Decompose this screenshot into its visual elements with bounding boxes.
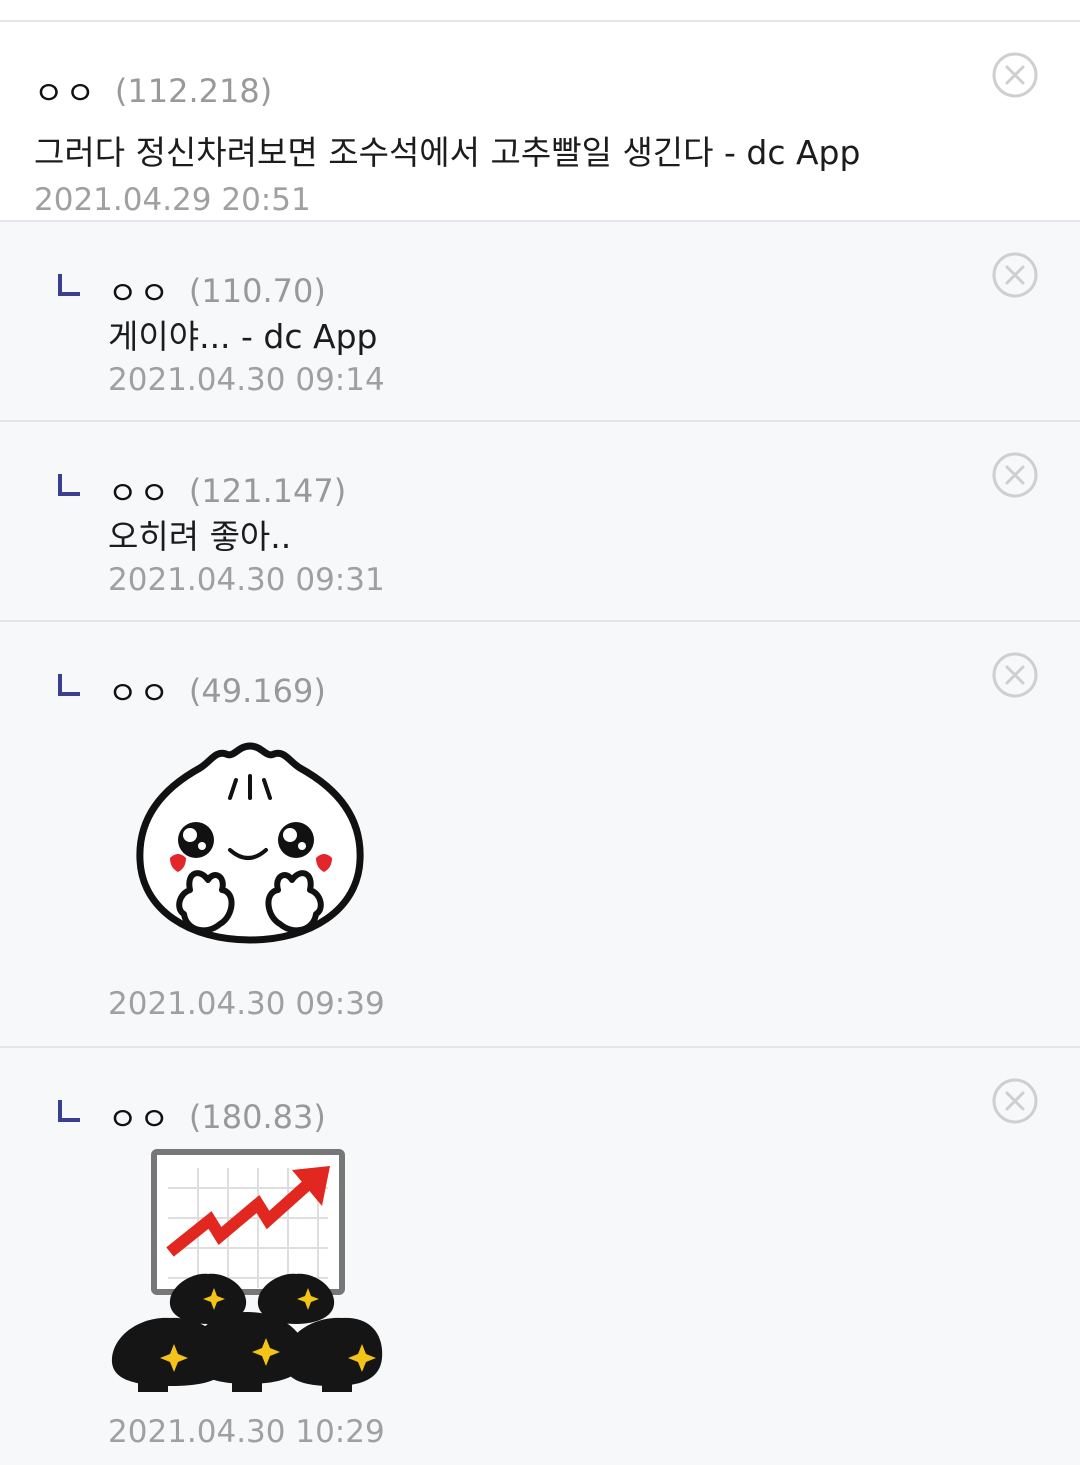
comment-date: 2021.04.30 10:29 (108, 1414, 385, 1450)
comment-ip: (180.83) (188, 1098, 326, 1136)
comment-item: ㅇㅇ (112.218) 그러다 정신차려보면 조수석에서 고추빨일 생긴다 -… (0, 22, 1080, 222)
reply-item: ㅇㅇ (121.147) 오히려 좋아.. 2021.04.30 09:31 (0, 422, 1080, 622)
close-circle-icon[interactable] (992, 652, 1038, 698)
reply-arrow-icon (58, 474, 80, 496)
comment-nickname[interactable]: ㅇㅇ (108, 1094, 171, 1140)
close-circle-icon[interactable] (992, 452, 1038, 498)
comment-date: 2021.04.30 09:31 (108, 562, 385, 598)
close-circle-icon[interactable] (992, 52, 1038, 98)
comment-header: ㅇㅇ (112.218) (34, 68, 272, 114)
reply-item: ㅇㅇ (49.169) 2021.04.30 09:39 (0, 622, 1080, 1048)
comment-text: 그러다 정신차려보면 조수석에서 고추빨일 생긴다 - dc App (34, 133, 861, 172)
comment-header: ㅇㅇ (110.70) (108, 268, 326, 314)
comment-header: ㅇㅇ (121.147) (108, 468, 346, 514)
reply-arrow-icon (58, 274, 80, 296)
comment-nickname[interactable]: ㅇㅇ (34, 68, 97, 114)
comment-ip: (49.169) (188, 672, 326, 710)
comment-header: ㅇㅇ (180.83) (108, 1094, 326, 1140)
comment-date: 2021.04.29 20:51 (34, 182, 311, 218)
top-divider (0, 0, 1080, 22)
comment-date: 2021.04.30 09:39 (108, 986, 385, 1022)
comment-nickname[interactable]: ㅇㅇ (108, 668, 171, 714)
comment-ip: (112.218) (114, 72, 273, 110)
comment-ip: (110.70) (188, 272, 326, 310)
comment-date: 2021.04.30 09:14 (108, 362, 385, 398)
close-circle-icon[interactable] (992, 1078, 1038, 1124)
comment-header: ㅇㅇ (49.169) (108, 668, 326, 714)
dumplings-chart-rising-sticker (111, 1149, 383, 1392)
comment-nickname[interactable]: ㅇㅇ (108, 268, 171, 314)
close-circle-icon[interactable] (992, 252, 1038, 298)
dumpling-heart-sticker (136, 742, 364, 944)
reply-item: ㅇㅇ (180.83) 2021.04.30 10:29 (0, 1048, 1080, 1465)
comment-text: 오히려 좋아.. (108, 517, 292, 556)
comment-text: 게이야... - dc App (108, 317, 378, 356)
comment-ip: (121.147) (188, 472, 347, 510)
reply-arrow-icon (58, 1100, 80, 1122)
reply-item: ㅇㅇ (110.70) 게이야... - dc App 2021.04.30 0… (0, 222, 1080, 422)
comment-nickname[interactable]: ㅇㅇ (108, 468, 171, 514)
reply-arrow-icon (58, 674, 80, 696)
